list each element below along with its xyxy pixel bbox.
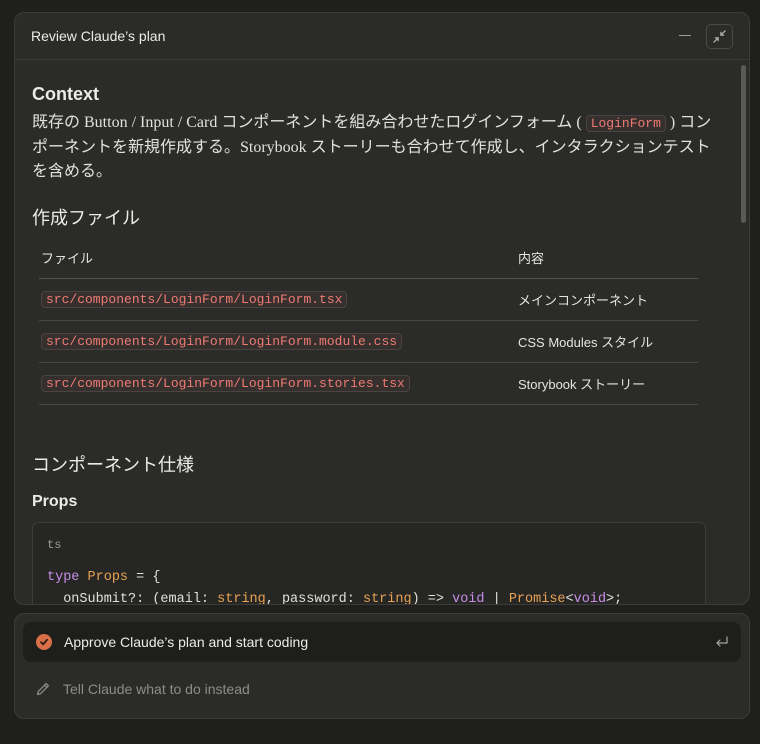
props-code-block: ts type Props = { onSubmit?: (email: str… xyxy=(32,521,706,605)
plan-content[interactable]: Context 既存の Button / Input / Card コンポーネン… xyxy=(15,61,749,604)
file-cell: src/components/LoginForm/LoginForm.tsx xyxy=(39,278,516,321)
table-row: src/components/LoginForm/LoginForm.modul… xyxy=(39,320,698,363)
code-keyword: void xyxy=(452,591,485,605)
desc-cell: CSS Modules スタイル xyxy=(516,320,698,363)
context-heading: Context xyxy=(32,84,99,104)
file-cell: src/components/LoginForm/LoginForm.modul… xyxy=(39,320,516,363)
code-text: | xyxy=(484,591,509,605)
component-name-code: LoginForm xyxy=(585,115,666,132)
column-header-content: 内容 xyxy=(516,238,698,279)
collapse-button[interactable] xyxy=(706,24,733,49)
panel-header: Review Claude’s plan xyxy=(15,13,749,60)
minimize-icon[interactable] xyxy=(679,35,691,36)
desc-cell: Storybook ストーリー xyxy=(516,362,698,405)
table-row: src/components/LoginForm/LoginForm.stori… xyxy=(39,362,698,405)
collapse-icon xyxy=(713,30,726,43)
panel-title: Review Claude’s plan xyxy=(31,28,166,44)
approve-label: Approve Claude’s plan and start coding xyxy=(64,634,309,650)
code-keyword: type xyxy=(47,569,80,585)
action-panel: Approve Claude’s plan and start coding T… xyxy=(14,613,750,719)
pencil-icon xyxy=(36,682,50,696)
code-text: = { xyxy=(128,569,161,585)
file-path-code: src/components/LoginForm/LoginForm.tsx xyxy=(41,291,348,308)
files-table: ファイル 内容 src/components/LoginForm/LoginFo… xyxy=(39,238,698,405)
desc-cell: メインコンポーネント xyxy=(516,278,698,321)
column-header-file: ファイル xyxy=(39,238,516,279)
code-language-label: ts xyxy=(47,537,62,552)
code-type: Promise xyxy=(508,591,566,605)
code-text: onSubmit?: (email: xyxy=(47,591,218,605)
spec-heading: コンポーネント仕様 xyxy=(32,454,194,475)
code-text: < xyxy=(565,591,574,605)
plan-review-panel: Review Claude’s plan Context 既存の Button … xyxy=(14,12,750,605)
code-line: type Props = { xyxy=(47,567,691,589)
context-text: 既存の Button / Input / Card コンポーネントを組み合わせた… xyxy=(32,111,712,184)
code-line: onSubmit?: (email: string, password: str… xyxy=(47,589,691,605)
approve-plan-option[interactable]: Approve Claude’s plan and start coding xyxy=(23,622,741,662)
file-path-code: src/components/LoginForm/LoginForm.stori… xyxy=(41,375,410,392)
instead-placeholder: Tell Claude what to do instead xyxy=(63,681,250,697)
code-type: string xyxy=(217,591,266,605)
check-circle-icon xyxy=(36,634,52,650)
code-type: Props xyxy=(87,569,129,585)
code-text: ) => xyxy=(411,591,453,605)
table-header-row: ファイル 内容 xyxy=(39,238,698,279)
enter-key-icon xyxy=(716,636,728,647)
context-text-part-1: 既存の Button / Input / Card コンポーネントを組み合わせた… xyxy=(32,114,586,131)
code-text: , password: xyxy=(265,591,363,605)
file-path-code: src/components/LoginForm/LoginForm.modul… xyxy=(41,333,403,350)
file-cell: src/components/LoginForm/LoginForm.stori… xyxy=(39,362,516,405)
scrollbar-thumb[interactable] xyxy=(741,65,746,223)
files-heading: 作成ファイル xyxy=(32,208,140,228)
code-type: string xyxy=(362,591,412,605)
props-heading: Props xyxy=(32,492,78,510)
table-row: src/components/LoginForm/LoginForm.tsx メ… xyxy=(39,278,698,321)
tell-claude-instead-input[interactable]: Tell Claude what to do instead xyxy=(23,670,741,708)
code-keyword: void xyxy=(573,591,607,605)
code-text: >; xyxy=(606,591,623,605)
